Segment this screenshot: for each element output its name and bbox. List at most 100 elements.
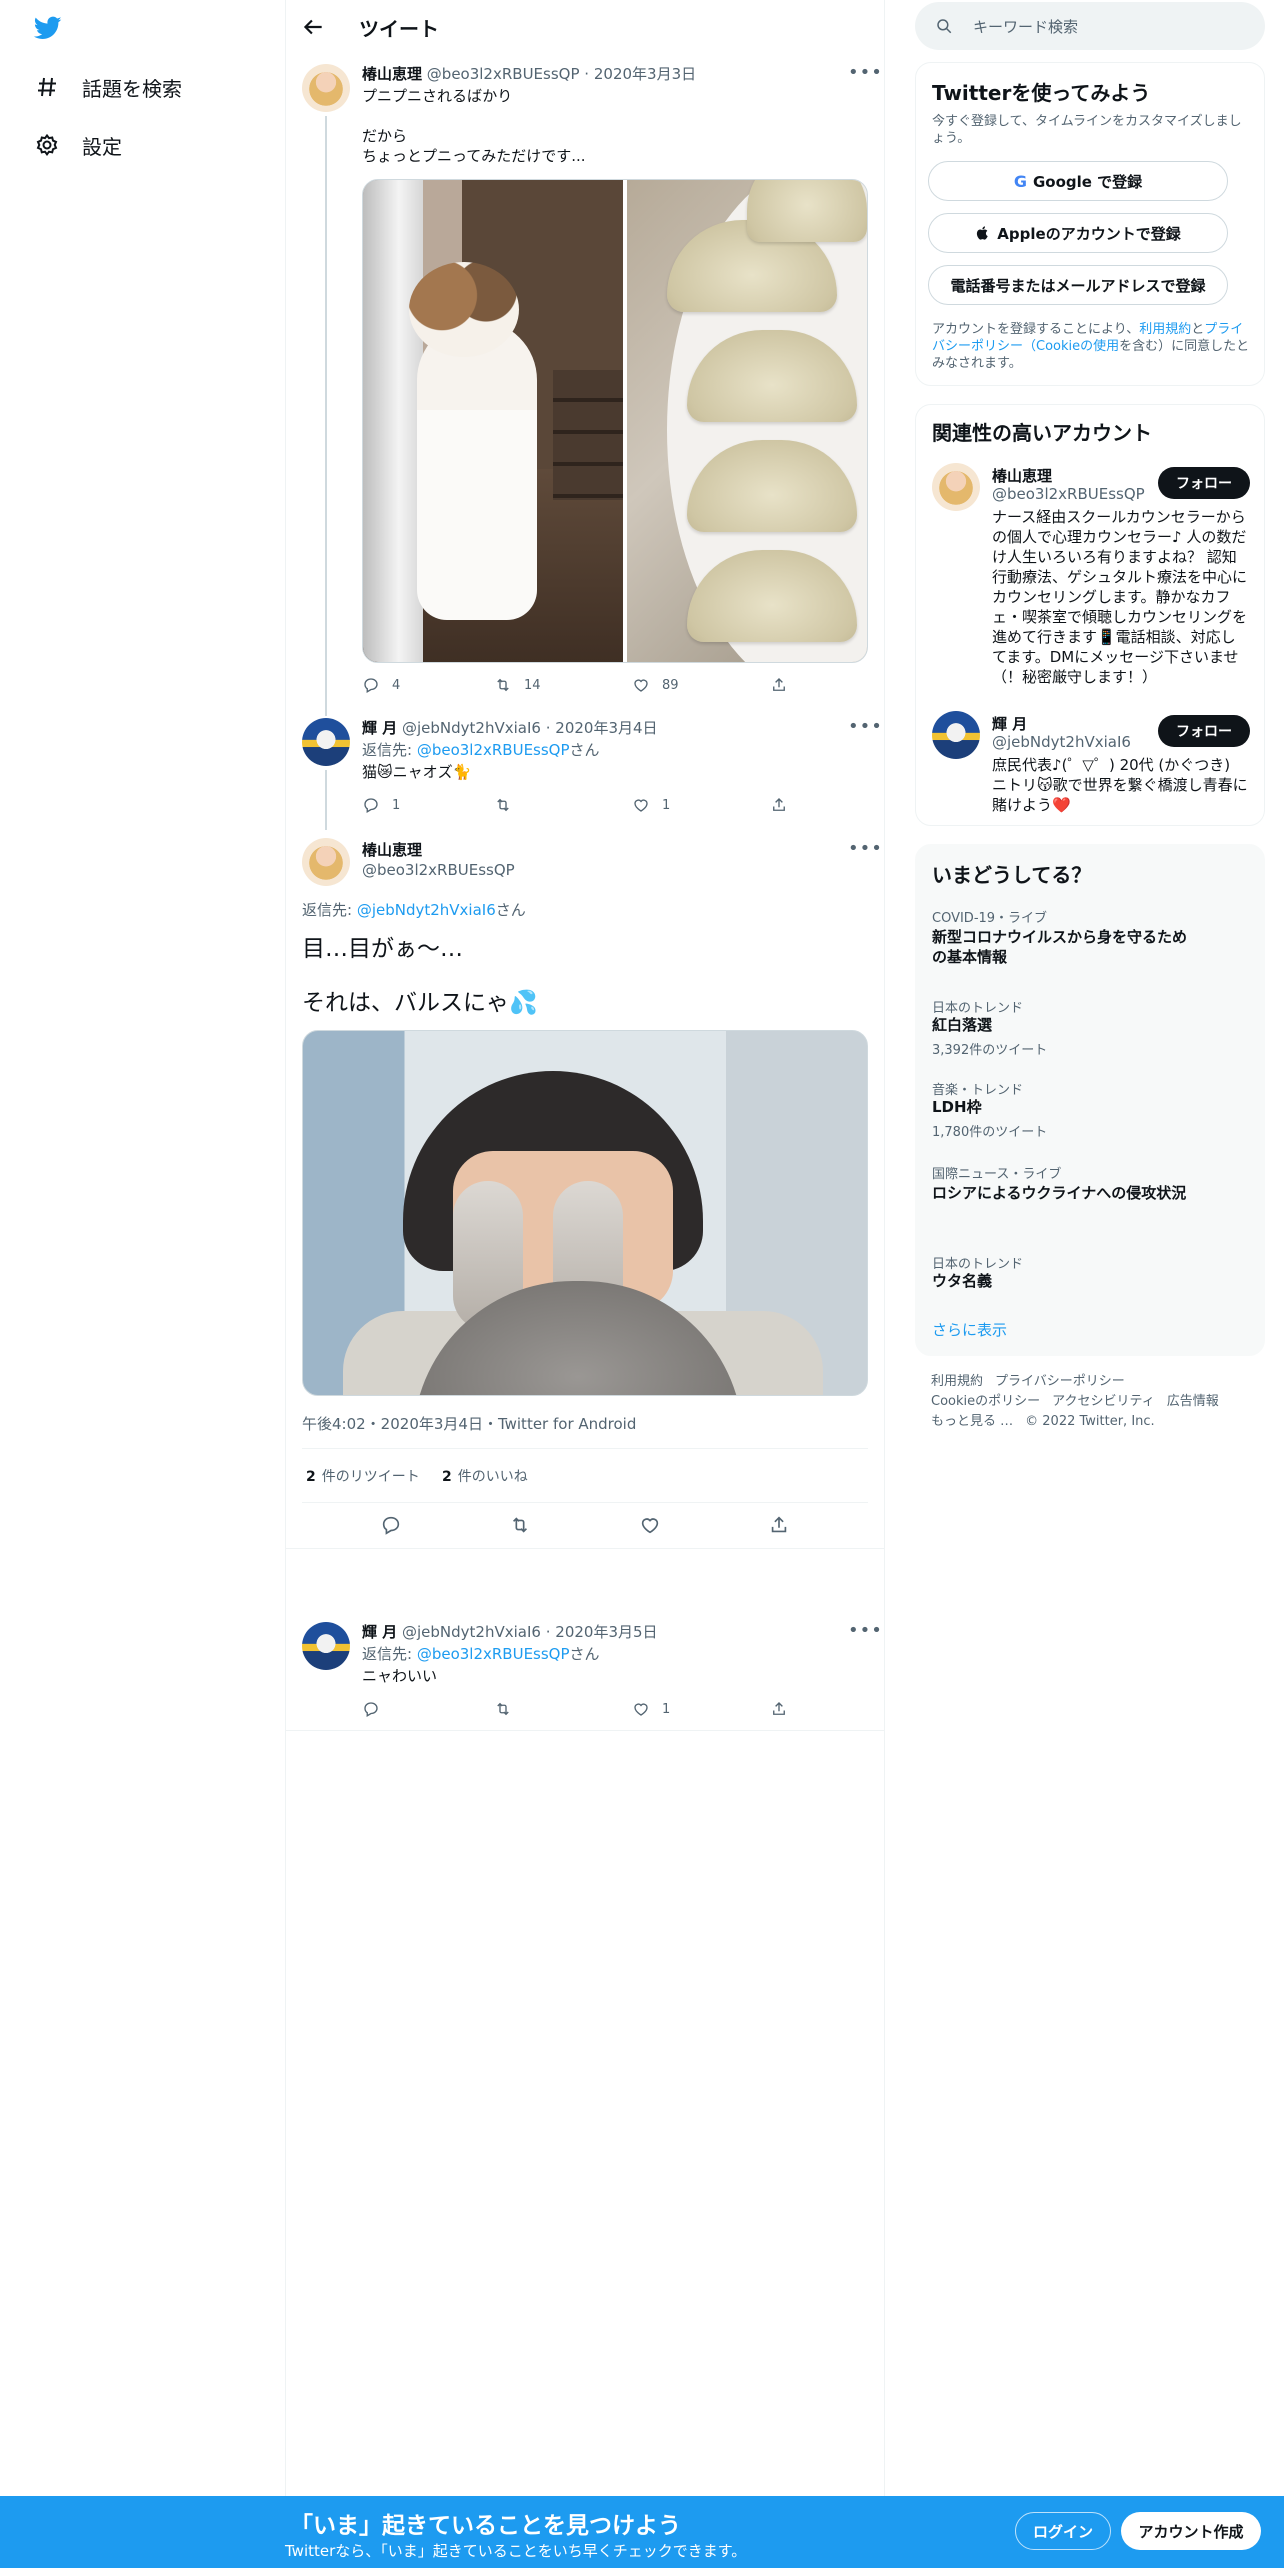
reply-count: 4 bbox=[392, 677, 401, 693]
avatar[interactable] bbox=[302, 64, 350, 112]
reply-button[interactable] bbox=[380, 1514, 402, 1536]
tweet-actions: 1 1 bbox=[362, 796, 788, 814]
footer-link[interactable]: 利用規約 bbox=[931, 1374, 983, 1389]
card-title: 関連性の高いアカウント bbox=[932, 421, 1152, 445]
like-button[interactable] bbox=[639, 1514, 661, 1536]
cat-photo[interactable] bbox=[363, 180, 623, 662]
like-stat[interactable]: 2 件のいいね bbox=[442, 1469, 528, 1485]
arrow-left-icon[interactable] bbox=[300, 14, 326, 40]
tweet-text-line: だから bbox=[362, 127, 408, 145]
footer-link[interactable]: 広告情報 bbox=[1167, 1394, 1219, 1409]
author-handle[interactable]: @jebNdyt2hVxiaI6 bbox=[402, 719, 541, 737]
like-button[interactable]: 1 bbox=[632, 796, 770, 814]
heart-icon bbox=[641, 1518, 658, 1534]
reply-count: 1 bbox=[392, 797, 401, 813]
reply-button[interactable] bbox=[362, 1700, 494, 1718]
relevant-accounts-card: 関連性の高いアカウント 椿山恵理 @beo3l2xRBUEssQP フォロー ナ… bbox=[915, 404, 1265, 826]
tweet-date[interactable]: 2020年3月4日 bbox=[555, 719, 657, 737]
dumpling-photo[interactable] bbox=[627, 180, 867, 662]
account-handle[interactable]: @beo3l2xRBUEssQP bbox=[992, 485, 1145, 503]
share-button[interactable] bbox=[770, 676, 788, 694]
account-name[interactable]: 輝 月 bbox=[992, 713, 1027, 734]
retweet-icon bbox=[497, 798, 509, 812]
retweet-button[interactable] bbox=[509, 1514, 531, 1536]
tweet-text: ニャわいい bbox=[362, 1667, 438, 1685]
author-name[interactable]: 輝 月 bbox=[362, 1623, 397, 1641]
trend-item[interactable]: 新型コロナウイルスから身を守るための基本情報 bbox=[932, 927, 1192, 967]
footer-link[interactable]: Cookieのポリシー bbox=[931, 1394, 1040, 1409]
footer-link[interactable]: プライバシーポリシー bbox=[995, 1374, 1125, 1389]
retweet-stat[interactable]: 2 件のリツイート bbox=[306, 1469, 420, 1485]
avatar[interactable] bbox=[932, 711, 980, 759]
trend-item[interactable]: LDH枠 bbox=[932, 1097, 1192, 1117]
author-name[interactable]: 輝 月 bbox=[362, 719, 397, 737]
trend-category: 国際ニュース・ライブ bbox=[932, 1167, 1062, 1182]
reply-to-line: 返信先: @beo3l2xRBUEssQPさん bbox=[362, 741, 600, 759]
show-more-link[interactable]: さらに表示 bbox=[932, 1319, 1007, 1340]
tweet-photo[interactable] bbox=[302, 1030, 868, 1396]
avatar[interactable] bbox=[302, 838, 350, 886]
terms-link[interactable]: 利用規約 bbox=[1139, 322, 1191, 337]
nav-settings[interactable]: 設定 bbox=[34, 125, 122, 165]
share-icon bbox=[773, 1702, 785, 1715]
trend-category: COVID-19・ライブ bbox=[932, 911, 1048, 926]
trend-item[interactable]: ウタ名義 bbox=[932, 1271, 1192, 1291]
tweet-actions: 4 14 89 bbox=[362, 676, 788, 694]
footer-link[interactable]: もっと見る … bbox=[931, 1414, 1013, 1429]
tweet-date[interactable]: 2020年3月3日 bbox=[594, 65, 696, 83]
tweet-timestamp[interactable]: 午後4:02・2020年3月4日・Twitter for Android bbox=[302, 1413, 636, 1434]
signup-button[interactable]: アカウント作成 bbox=[1121, 2512, 1261, 2550]
like-button[interactable]: 89 bbox=[632, 676, 770, 694]
reply-to-handle[interactable]: @beo3l2xRBUEssQP bbox=[417, 741, 570, 759]
share-button[interactable] bbox=[768, 1514, 790, 1536]
avatar[interactable] bbox=[932, 463, 980, 511]
share-button[interactable] bbox=[770, 796, 788, 814]
like-button[interactable]: 1 bbox=[632, 1700, 770, 1718]
login-button[interactable]: ログイン bbox=[1015, 2512, 1111, 2550]
tweet-author-line: 輝 月 @jebNdyt2hVxiaI6 · 2020年3月4日 bbox=[362, 719, 658, 737]
apple-icon bbox=[977, 226, 988, 240]
reply-button[interactable]: 4 bbox=[362, 676, 494, 694]
phone-email-signup-button[interactable]: 電話番号またはメールアドレスで登録 bbox=[928, 265, 1228, 305]
card-title: いまどうしてる？ bbox=[932, 863, 1092, 887]
reply-to-handle[interactable]: @jebNdyt2hVxiaI6 bbox=[357, 901, 496, 919]
apple-signup-button[interactable]: Appleのアカウントで登録 bbox=[928, 213, 1228, 253]
author-handle[interactable]: @beo3l2xRBUEssQP bbox=[427, 65, 580, 83]
trend-item[interactable]: ロシアによるウクライナへの侵攻状況 bbox=[932, 1183, 1192, 1203]
more-icon[interactable]: ••• bbox=[848, 718, 882, 742]
retweet-button[interactable] bbox=[494, 1700, 632, 1718]
account-name[interactable]: 椿山恵理 bbox=[992, 465, 1052, 486]
left-navigation: 話題を検索 設定 bbox=[0, 0, 285, 2496]
author-handle[interactable]: @jebNdyt2hVxiaI6 bbox=[402, 1623, 541, 1641]
follow-button[interactable]: フォロー bbox=[1158, 467, 1250, 499]
retweet-icon bbox=[497, 678, 509, 692]
tweet-media-grid[interactable] bbox=[362, 179, 868, 663]
share-button[interactable] bbox=[770, 1700, 788, 1718]
twitter-bird-icon[interactable] bbox=[32, 14, 64, 42]
author-name[interactable]: 椿山恵理 bbox=[362, 65, 422, 83]
trends-card: いまどうしてる？ COVID-19・ライブ 新型コロナウイルスから身を守るための… bbox=[915, 844, 1265, 1356]
footer-links: 利用規約 プライバシーポリシー Cookieのポリシー アクセシビリティ 広告情報 も… bbox=[931, 1372, 1261, 1432]
thread-line bbox=[325, 116, 327, 716]
footer-link[interactable]: アクセシビリティ bbox=[1052, 1394, 1155, 1409]
terms-text: アカウントを登録することにより、利用規約とプライバシーポリシー（Cookieの使… bbox=[932, 322, 1250, 371]
avatar[interactable] bbox=[302, 718, 350, 766]
more-icon[interactable]: ••• bbox=[848, 840, 882, 864]
retweet-button[interactable]: 14 bbox=[494, 676, 632, 694]
follow-button[interactable]: フォロー bbox=[1158, 715, 1250, 747]
like-count: 1 bbox=[662, 1701, 671, 1717]
google-signup-button[interactable]: G Google で登録 bbox=[928, 161, 1228, 201]
main-tweet-text: それは、バルスにゃ💦 bbox=[302, 990, 538, 1016]
search-input[interactable]: キーワード検索 bbox=[915, 2, 1265, 50]
trend-category: 日本のトレンド bbox=[932, 1001, 1024, 1016]
nav-explore[interactable]: 話題を検索 bbox=[34, 67, 182, 107]
avatar[interactable] bbox=[302, 1622, 350, 1670]
more-icon[interactable]: ••• bbox=[848, 64, 882, 88]
retweet-button[interactable] bbox=[494, 796, 632, 814]
more-icon[interactable]: ••• bbox=[848, 1622, 882, 1646]
reply-button[interactable]: 1 bbox=[362, 796, 494, 814]
tweet-date[interactable]: 2020年3月5日 bbox=[555, 1623, 657, 1641]
account-handle[interactable]: @jebNdyt2hVxiaI6 bbox=[992, 733, 1131, 751]
trend-item[interactable]: 紅白落選 bbox=[932, 1015, 1192, 1035]
reply-to-handle[interactable]: @beo3l2xRBUEssQP bbox=[417, 1645, 570, 1663]
